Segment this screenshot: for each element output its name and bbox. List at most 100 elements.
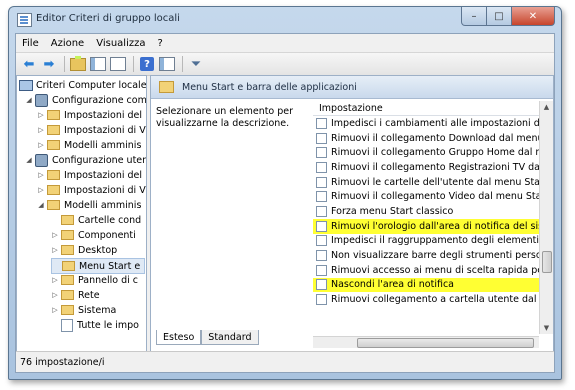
folder-icon	[47, 200, 60, 210]
up-folder-icon	[70, 55, 86, 71]
tree-item-impostazioni-software[interactable]: ▷ Impostazioni del	[37, 108, 142, 122]
menu-visualizza[interactable]: Visualizza	[90, 38, 151, 49]
list-item[interactable]: Rimuovi il collegamento Video dal menu S…	[313, 189, 539, 204]
help-button[interactable]: ?	[138, 55, 156, 73]
policy-icon	[316, 205, 327, 217]
tree-item-componenti[interactable]: ▷ Componenti	[51, 228, 136, 242]
policy-icon	[316, 294, 327, 306]
tree-item-desktop[interactable]: ▷ Desktop	[51, 243, 117, 257]
list-item[interactable]: Impedisci i cambiamenti alle impostazion…	[313, 116, 539, 131]
tree-item-configurazione-computer[interactable]: ◢ Configurazione com	[25, 93, 146, 107]
list-item[interactable]: Impedisci il raggruppamento degli elemen…	[313, 234, 539, 249]
list-item-label: Rimuovi le cartelle dell'utente dal menu…	[331, 176, 539, 188]
tree-item-label: Desktop	[78, 244, 118, 256]
horizontal-scrollbar[interactable]	[313, 336, 539, 348]
config-icon	[35, 153, 48, 167]
close-button[interactable]: ✕	[512, 7, 555, 26]
tree-item-modelli-amministrativi[interactable]: ▷ Modelli amminis	[37, 138, 141, 152]
tree-item-impostazioni-windows-utente[interactable]: ▷ Impostazioni di V	[37, 183, 145, 197]
policy-icon	[316, 279, 327, 291]
expanded-arrow-icon[interactable]: ◢	[37, 201, 45, 209]
minimize-button[interactable]: –	[461, 7, 487, 26]
show-hide-tree-button[interactable]	[89, 55, 107, 73]
collapsed-arrow-icon[interactable]: ▷	[37, 141, 45, 149]
collapsed-arrow-icon[interactable]: ▷	[37, 171, 45, 179]
tree-item-sistema[interactable]: ▷ Sistema	[51, 303, 116, 317]
tree-item-rete[interactable]: ▷ Rete	[51, 288, 100, 302]
expanded-arrow-icon[interactable]: ◢	[25, 156, 33, 164]
collapsed-arrow-icon[interactable]: ▷	[51, 246, 59, 254]
collapsed-arrow-icon[interactable]: ▷	[37, 186, 45, 194]
tree-item-impostazioni-windows[interactable]: ▷ Impostazioni di V	[37, 123, 146, 137]
list-item[interactable]: Rimuovi accesso ai menu di scelta rapida…	[313, 263, 539, 278]
maximize-button[interactable]: □	[487, 7, 512, 26]
menu-file[interactable]: File	[16, 38, 45, 49]
collapsed-arrow-icon[interactable]: ▷	[37, 126, 45, 134]
list-item[interactable]: Forza menu Start classico	[313, 204, 539, 219]
list-item-highlighted[interactable]: Nascondi l'area di notifica	[313, 277, 539, 293]
list-item-label: Impedisci il raggruppamento degli elemen…	[331, 235, 539, 247]
window-title: Editor Criteri di gruppo locali	[36, 13, 180, 24]
export-list-button[interactable]	[109, 55, 127, 73]
list-item[interactable]: Non visualizzare barre degli strumenti p…	[313, 248, 539, 263]
tree-item-tutte-le-impostazioni[interactable]: Tutte le impo	[51, 318, 139, 332]
tree-item-impostazioni-software-utente[interactable]: ▷ Impostazioni del	[37, 168, 142, 182]
back-arrow-icon[interactable]: ⬅	[20, 55, 38, 73]
tree-item-label: Modelli amminis	[64, 139, 142, 151]
folder-icon	[47, 125, 60, 135]
collapsed-arrow-icon[interactable]: ▷	[51, 276, 59, 284]
tree-item-label: Tutte le impo	[77, 319, 139, 331]
list-item-label: Rimuovi il collegamento Download dal men…	[331, 132, 539, 144]
collapsed-arrow-icon[interactable]: ▷	[51, 306, 59, 314]
tree-item-label: Componenti	[78, 229, 136, 241]
tab-standard[interactable]: Standard	[201, 330, 259, 345]
collapsed-arrow-icon[interactable]: ▷	[37, 111, 45, 119]
column-header-impostazione[interactable]: Impostazione	[313, 101, 539, 116]
scroll-down-arrow-icon[interactable]: ▼	[540, 322, 553, 334]
tab-esteso[interactable]: Esteso	[156, 330, 202, 345]
tree-item-label: Modelli amminis	[64, 199, 142, 211]
status-bar: 76 impostazione/i	[16, 351, 554, 372]
details-header: Menu Start e barra delle applicazioni	[151, 76, 553, 99]
tree-item-configurazione-utente[interactable]: ◢ Configurazione uten	[25, 153, 146, 167]
folder-icon	[47, 110, 60, 120]
up-folder-button[interactable]	[69, 55, 87, 73]
list-item[interactable]: Rimuovi il collegamento Registrazioni TV…	[313, 160, 539, 175]
tree-item-label: Impostazioni di V	[64, 124, 146, 136]
vertical-scroll-thumb[interactable]	[542, 251, 552, 273]
config-icon	[35, 93, 48, 107]
filter-icon[interactable]: ⏷	[187, 55, 205, 73]
menu-azione[interactable]: Azione	[45, 38, 90, 49]
forward-arrow-icon[interactable]: ➡	[40, 55, 58, 73]
list-item[interactable]: Rimuovi collegamento a cartella utente d…	[313, 292, 539, 307]
tree-item-menu-start[interactable]: Menu Start e	[51, 258, 145, 274]
collapsed-arrow-icon[interactable]: ▷	[51, 231, 59, 239]
folder-icon	[159, 81, 174, 93]
expanded-arrow-icon[interactable]: ◢	[25, 96, 33, 104]
folder-icon	[61, 275, 74, 285]
tree-item-cartelle-condivise[interactable]: Cartelle cond	[51, 213, 141, 227]
tree-item-label: Rete	[78, 289, 100, 301]
export-list-icon	[110, 57, 126, 71]
tree-item-label: Impostazioni del	[64, 109, 143, 121]
list-item-highlighted[interactable]: Rimuovi l'orologio dall'area di notifica…	[313, 218, 539, 234]
toolbar-separator	[182, 56, 183, 72]
collapsed-arrow-icon[interactable]: ▷	[51, 291, 59, 299]
menu-help[interactable]: ?	[151, 38, 168, 49]
tree-item-pannello-di-controllo[interactable]: ▷ Pannello di c	[51, 273, 138, 287]
list-item[interactable]: Rimuovi il collegamento Gruppo Home dal …	[313, 145, 539, 160]
list-item[interactable]: Rimuovi il collegamento Download dal men…	[313, 131, 539, 146]
title-bar[interactable]: Editor Criteri di gruppo locali – □ ✕	[9, 7, 561, 33]
window-controls: – □ ✕	[461, 7, 555, 26]
horizontal-scroll-thumb[interactable]	[357, 338, 534, 348]
list-item-label: Forza menu Start classico	[331, 205, 454, 217]
scroll-up-arrow-icon[interactable]: ▲	[540, 101, 553, 113]
vertical-scrollbar[interactable]: ▲ ▼	[539, 101, 553, 334]
policy-icon	[316, 161, 327, 173]
tree-item-criteri-computer-locale[interactable]: Criteri Computer locale	[19, 78, 146, 92]
console-tree-icon	[90, 57, 106, 71]
list-item[interactable]: Rimuovi le cartelle dell'utente dal menu…	[313, 175, 539, 190]
tree-item-modelli-amministrativi-utente[interactable]: ◢ Modelli amminis	[37, 198, 141, 212]
properties-button[interactable]	[158, 55, 176, 73]
policy-icon	[316, 264, 327, 276]
